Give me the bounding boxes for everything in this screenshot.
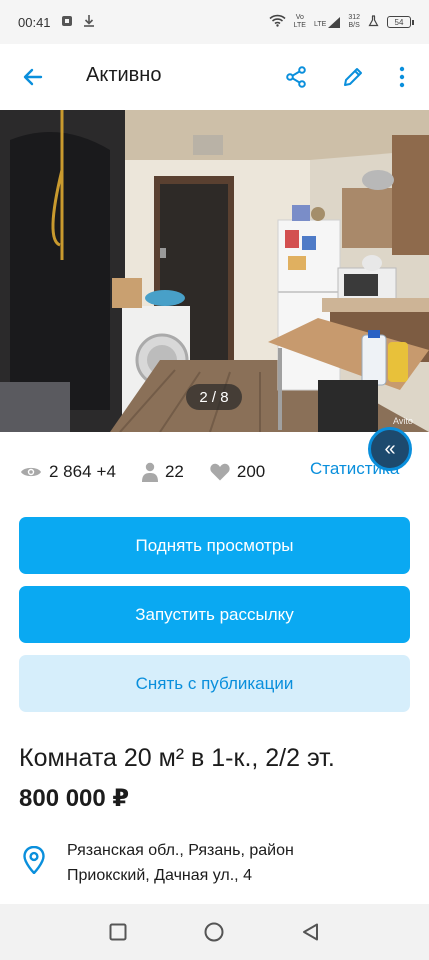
heart-icon: [210, 463, 230, 481]
eye-icon: [21, 467, 41, 477]
raise-views-button[interactable]: Поднять просмотры: [19, 517, 410, 574]
status-bar: 00:41 Vo LTE LTE 312 B/S 54: [0, 0, 429, 44]
back-nav-button[interactable]: [296, 917, 326, 947]
collapse-button[interactable]: «: [368, 427, 412, 471]
person-icon: [141, 462, 158, 482]
arrow-back-icon: [23, 68, 43, 86]
battery-level: 54: [394, 17, 404, 27]
more-menu-button[interactable]: [387, 62, 417, 92]
volte-label: Vo LTE: [293, 14, 306, 29]
double-chevron-left-icon: «: [384, 437, 396, 460]
wifi-icon: [269, 14, 286, 30]
share-button[interactable]: [281, 62, 311, 92]
location-pin-icon: [23, 846, 45, 874]
back-button[interactable]: [18, 62, 48, 92]
triangle-back-icon: [302, 923, 318, 941]
favorites-count: 200: [236, 462, 266, 481]
contacts-count: 22: [164, 462, 184, 481]
lab-flask-icon: [368, 14, 379, 30]
views-stat: 2 864 +4: [20, 462, 116, 482]
more-vertical-icon: [399, 66, 405, 88]
favorites-stat: 200: [210, 462, 265, 482]
unpublish-button[interactable]: Снять с публикации: [19, 655, 410, 712]
edit-button[interactable]: [338, 62, 368, 92]
circle-icon: [204, 922, 224, 942]
lte-signal-icon: LTE: [313, 16, 341, 28]
status-time: 00:41: [18, 14, 51, 30]
page-title: Активно: [86, 64, 162, 86]
listing-location[interactable]: Рязанская обл., Рязань, район Приокский,…: [22, 838, 402, 888]
network-speed: 312 B/S: [348, 14, 360, 29]
square-icon: [109, 923, 127, 941]
listing-title: Комната 20 м² в 1-к., 2/2 эт.: [19, 744, 335, 772]
contacts-stat: 22: [141, 462, 184, 482]
battery-icon: 54: [387, 16, 414, 28]
system-nav-bar: [0, 904, 429, 960]
listing-address: Рязанская обл., Рязань, район Приокский,…: [67, 842, 294, 884]
views-delta: +4: [96, 462, 116, 481]
start-mailing-button[interactable]: Запустить рассылку: [19, 586, 410, 643]
lte-label: LTE: [313, 20, 327, 28]
recent-apps-button[interactable]: [103, 917, 133, 947]
share-icon: [286, 66, 306, 88]
photo-counter: 2 / 8: [186, 384, 242, 410]
download-icon: [83, 14, 95, 30]
photo-watermark: Avito: [393, 416, 413, 426]
app-notification-icon: [61, 15, 73, 30]
edit-pencil-icon: [344, 68, 362, 86]
listing-price: 800 000 ₽: [19, 785, 130, 812]
views-count: 2 864: [49, 462, 92, 481]
app-bar: Активно: [0, 44, 429, 110]
listing-photo[interactable]: 2 / 8 Avito: [0, 110, 429, 432]
home-button[interactable]: [199, 917, 229, 947]
